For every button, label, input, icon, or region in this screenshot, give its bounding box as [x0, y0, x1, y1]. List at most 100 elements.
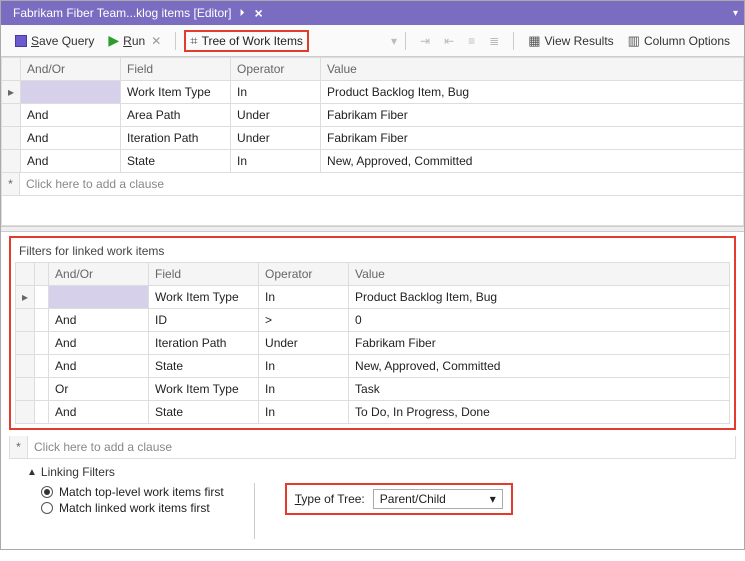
cell-value[interactable]: Product Backlog Item, Bug — [349, 286, 730, 309]
cell-andor[interactable]: And — [49, 401, 149, 424]
filter-row[interactable]: And State In To Do, In Progress, Done — [16, 401, 730, 424]
cell-andor[interactable] — [49, 286, 149, 309]
tab-title: Fabrikam Fiber Team...klog items [Editor… — [13, 6, 232, 20]
outdent-button: ⇤ — [438, 32, 460, 50]
cell-op[interactable]: In — [259, 401, 349, 424]
radio-icon — [41, 486, 53, 498]
col-operator[interactable]: Operator — [259, 263, 349, 286]
cell-field[interactable]: Area Path — [121, 104, 231, 127]
cell-op[interactable]: In — [259, 378, 349, 401]
column-options-label: Column Options — [644, 34, 730, 48]
collapse-icon[interactable]: ▲ — [27, 467, 37, 478]
col-andor[interactable]: And/Or — [49, 263, 149, 286]
radio-label: Match linked work items first — [59, 501, 210, 515]
cell-value[interactable]: Product Backlog Item, Bug — [321, 81, 744, 104]
col-field[interactable]: Field — [149, 263, 259, 286]
cell-andor[interactable]: And — [21, 104, 121, 127]
toolbar-separator — [175, 32, 176, 50]
tree-icon: ⌗ — [190, 33, 197, 49]
cell-op[interactable]: Under — [231, 104, 321, 127]
filter-row[interactable]: ▸ Work Item Type In Product Backlog Item… — [16, 286, 730, 309]
save-icon — [15, 35, 27, 47]
close-icon[interactable]: × — [255, 5, 263, 21]
filter-row[interactable]: ▸ Work Item Type In Product Backlog Item… — [2, 81, 744, 104]
cell-value[interactable]: Fabrikam Fiber — [321, 104, 744, 127]
filter-row[interactable]: And ID > 0 — [16, 309, 730, 332]
cell-andor[interactable]: And — [49, 355, 149, 378]
add-clause-row-linked[interactable]: * Click here to add a clause — [9, 436, 736, 459]
col-field[interactable]: Field — [121, 58, 231, 81]
view-results-label: View Results — [545, 34, 614, 48]
col-value[interactable]: Value — [321, 58, 744, 81]
add-clause-label: Click here to add a clause — [34, 440, 172, 454]
linking-filters: ▲ Linking Filters Match top-level work i… — [27, 465, 718, 539]
new-row-icon: * — [2, 173, 20, 195]
play-icon: ▶ — [108, 32, 119, 49]
cell-field[interactable]: State — [149, 355, 259, 378]
cell-andor[interactable]: And — [49, 332, 149, 355]
col-operator[interactable]: Operator — [231, 58, 321, 81]
expand-button: ≡ — [462, 32, 481, 50]
cell-andor[interactable]: And — [49, 309, 149, 332]
cell-andor[interactable]: And — [21, 150, 121, 173]
filter-row[interactable]: And Iteration Path Under Fabrikam Fiber — [16, 332, 730, 355]
cell-field[interactable]: Iteration Path — [121, 127, 231, 150]
save-query-button[interactable]: Save Query — [9, 32, 100, 50]
tab-menu-icon[interactable]: ▾ — [733, 8, 738, 19]
cell-value[interactable]: 0 — [349, 309, 730, 332]
col-value[interactable]: Value — [349, 263, 730, 286]
cell-field[interactable]: Iteration Path — [149, 332, 259, 355]
cell-op[interactable]: In — [259, 355, 349, 378]
cell-andor[interactable] — [21, 81, 121, 104]
cell-field[interactable]: State — [121, 150, 231, 173]
type-of-tree-dropdown[interactable]: Parent/Child ▾ — [373, 489, 503, 509]
cell-field[interactable]: Work Item Type — [121, 81, 231, 104]
cell-op[interactable]: > — [259, 309, 349, 332]
cell-op[interactable]: In — [231, 150, 321, 173]
stop-icon: ✕ — [151, 34, 161, 48]
tree-label: Tree of Work Items — [202, 34, 303, 48]
type-of-tree-group: Type of Tree: Parent/Child ▾ — [285, 483, 513, 515]
type-of-tree-label: Type of Tree: — [295, 492, 365, 506]
chevron-down-icon: ▾ — [490, 492, 496, 506]
pin-icon[interactable]: ⏵ — [240, 8, 245, 19]
radio-icon — [41, 502, 53, 514]
cell-andor[interactable]: And — [21, 127, 121, 150]
cell-op[interactable]: Under — [231, 127, 321, 150]
cell-op[interactable]: In — [231, 81, 321, 104]
filter-row[interactable]: And Iteration Path Under Fabrikam Fiber — [2, 127, 744, 150]
dropdown-arrow-icon[interactable]: ▾ — [391, 34, 397, 48]
filter-row[interactable]: And State In New, Approved, Committed — [2, 150, 744, 173]
toolbar-separator — [405, 32, 406, 50]
cell-value[interactable]: Fabrikam Fiber — [321, 127, 744, 150]
row-selector-icon[interactable]: ▸ — [2, 81, 21, 104]
view-results-button[interactable]: ▦ View Results — [522, 31, 619, 51]
cell-value[interactable]: New, Approved, Committed — [349, 355, 730, 378]
tree-of-work-items-button[interactable]: ⌗ Tree of Work Items — [184, 30, 309, 52]
cell-value[interactable]: Task — [349, 378, 730, 401]
add-clause-row[interactable]: * Click here to add a clause — [1, 173, 744, 196]
filter-row[interactable]: And State In New, Approved, Committed — [16, 355, 730, 378]
column-options-button[interactable]: ▥ Column Options — [622, 31, 736, 51]
cell-field[interactable]: Work Item Type — [149, 378, 259, 401]
cell-value[interactable]: To Do, In Progress, Done — [349, 401, 730, 424]
col-andor[interactable]: And/Or — [21, 58, 121, 81]
cell-op[interactable]: In — [259, 286, 349, 309]
cell-value[interactable]: Fabrikam Fiber — [349, 332, 730, 355]
match-top-level-radio[interactable]: Match top-level work items first — [41, 485, 224, 499]
match-linked-radio[interactable]: Match linked work items first — [41, 501, 224, 515]
document-tab[interactable]: Fabrikam Fiber Team...klog items [Editor… — [5, 2, 271, 24]
splitter[interactable] — [1, 226, 744, 232]
row-selector-icon[interactable]: ▸ — [16, 286, 35, 309]
cell-field[interactable]: State — [149, 401, 259, 424]
cell-field[interactable]: Work Item Type — [149, 286, 259, 309]
cell-field[interactable]: ID — [149, 309, 259, 332]
run-button[interactable]: ▶ Run ✕ — [102, 30, 167, 51]
filter-row[interactable]: And Area Path Under Fabrikam Fiber — [2, 104, 744, 127]
cell-andor[interactable]: Or — [49, 378, 149, 401]
indent-button: ⇥ — [414, 32, 436, 50]
add-clause-label: Click here to add a clause — [26, 177, 164, 191]
filter-row[interactable]: Or Work Item Type In Task — [16, 378, 730, 401]
cell-op[interactable]: Under — [259, 332, 349, 355]
cell-value[interactable]: New, Approved, Committed — [321, 150, 744, 173]
